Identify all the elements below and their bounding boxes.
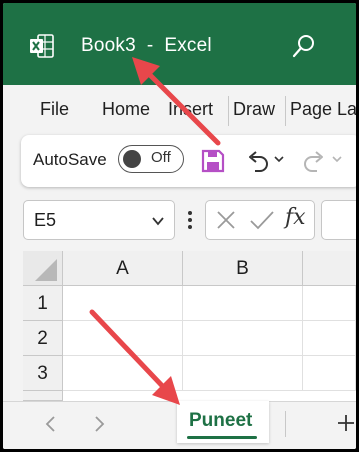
column-header-c[interactable]: [303, 251, 356, 286]
name-box-value: E5: [34, 210, 57, 230]
tab-page-layout[interactable]: Page La: [290, 99, 356, 120]
autosave-toggle[interactable]: Off: [118, 145, 184, 173]
select-all-triangle-icon: [35, 259, 57, 281]
tab-divider: [285, 411, 286, 437]
cell[interactable]: [183, 286, 303, 321]
cell[interactable]: [183, 321, 303, 356]
chevron-down-icon[interactable]: [151, 214, 165, 228]
name-box[interactable]: E5: [23, 200, 175, 240]
cell[interactable]: [63, 356, 183, 391]
excel-logo-icon: [30, 34, 54, 58]
row-header-2[interactable]: 2: [23, 321, 63, 356]
more-options-icon[interactable]: [187, 209, 193, 231]
add-sheet-icon[interactable]: [336, 412, 356, 434]
column-header-b[interactable]: B: [183, 251, 303, 286]
chevron-right-icon[interactable]: [91, 415, 107, 433]
active-tab-indicator: [187, 436, 257, 439]
save-icon[interactable]: [200, 148, 226, 174]
toggle-knob: [123, 150, 141, 168]
insert-function-icon[interactable]: fx: [285, 205, 306, 230]
chevron-down-icon[interactable]: [331, 153, 343, 165]
cell[interactable]: [303, 286, 356, 321]
excel-window: Book3 - Excel File Home Insert Draw Page…: [3, 3, 356, 449]
tab-insert[interactable]: Insert: [168, 99, 213, 120]
sheet-tab-label: Puneet: [189, 410, 253, 431]
autosave-state: Off: [151, 149, 171, 166]
chevron-down-icon[interactable]: [273, 153, 285, 165]
checkmark-icon[interactable]: [249, 209, 275, 231]
column-header-a[interactable]: A: [63, 251, 183, 286]
cell[interactable]: [63, 286, 183, 321]
formula-input[interactable]: [321, 200, 356, 240]
search-icon[interactable]: [291, 33, 317, 59]
window-title: Book3 - Excel: [81, 35, 212, 56]
cancel-icon[interactable]: [215, 209, 237, 231]
tab-file[interactable]: File: [40, 99, 69, 120]
row-header-1[interactable]: 1: [23, 286, 63, 321]
autosave-label: AutoSave: [33, 150, 107, 169]
chevron-left-icon[interactable]: [43, 415, 59, 433]
cell[interactable]: [303, 321, 356, 356]
select-all-corner[interactable]: [23, 251, 63, 286]
cell[interactable]: [63, 321, 183, 356]
tab-divider: [228, 96, 229, 126]
tab-home[interactable]: Home: [102, 99, 150, 120]
row-header-4[interactable]: [23, 391, 63, 401]
row-header-3[interactable]: 3: [23, 356, 63, 391]
undo-icon[interactable]: [245, 148, 271, 174]
cell[interactable]: [183, 356, 303, 391]
tab-divider: [285, 96, 286, 126]
cell[interactable]: [303, 356, 356, 391]
redo-icon[interactable]: [301, 148, 327, 174]
tab-draw[interactable]: Draw: [233, 99, 275, 120]
